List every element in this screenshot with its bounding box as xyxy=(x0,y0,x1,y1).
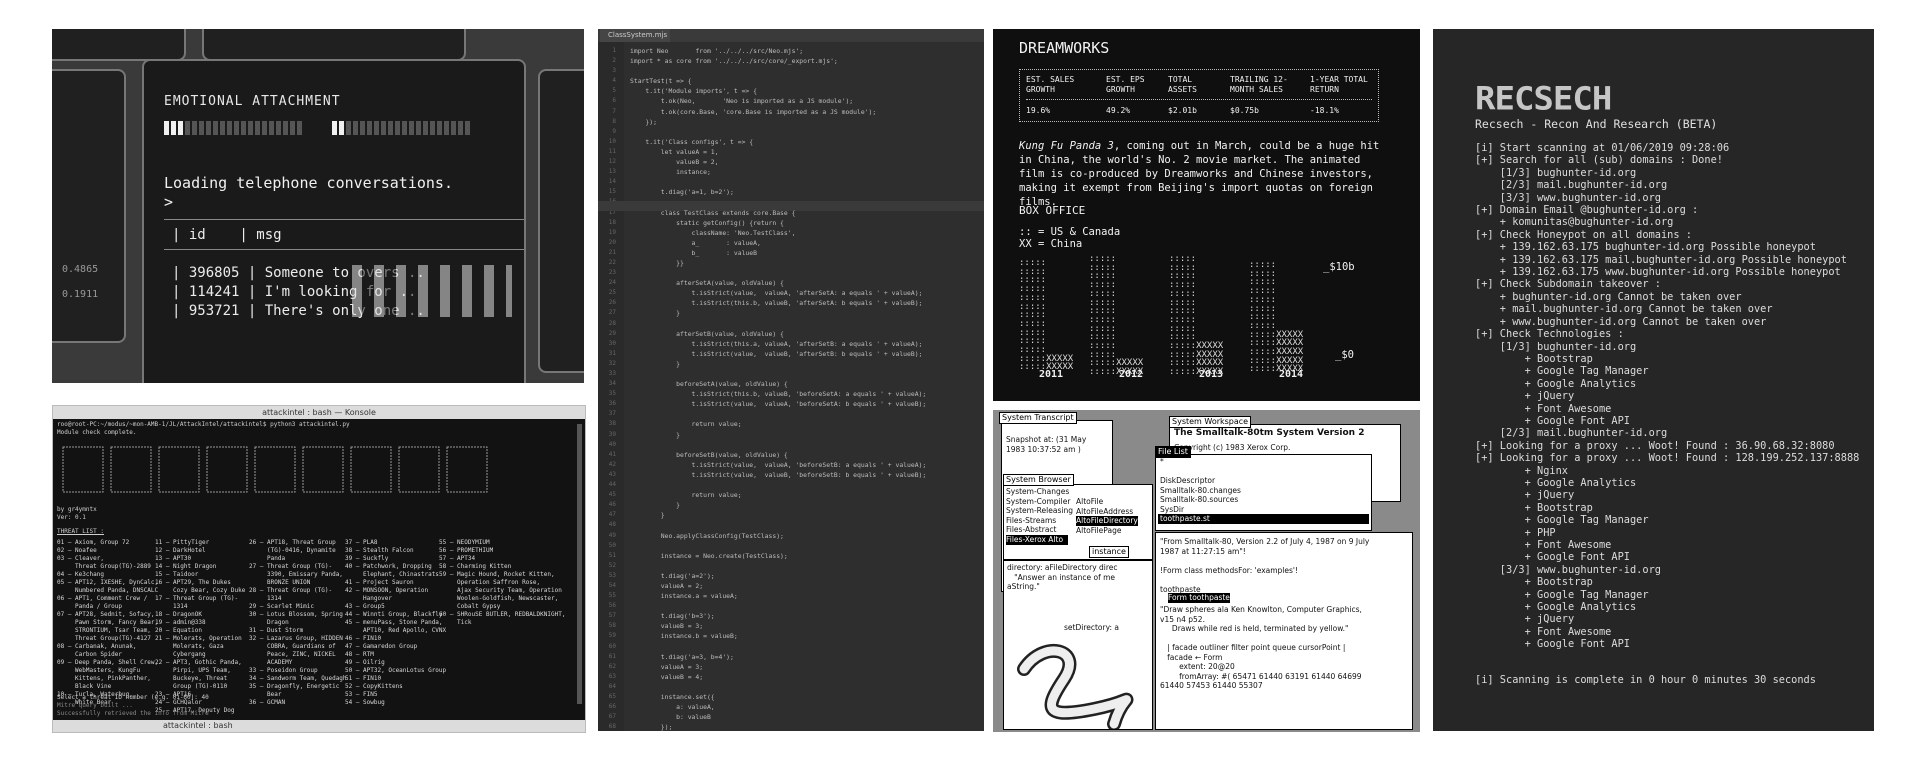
side-number: 0.4865 xyxy=(62,264,99,275)
recsech-logo: RECSECH xyxy=(1475,80,1612,118)
side-number: 0.1911 xyxy=(62,289,99,300)
window-title: attackintel : bash — Konsole xyxy=(53,406,585,419)
konsole-panel: attackintel : bash — Konsole roo@root-PC… xyxy=(52,405,586,733)
year-label: 2013 xyxy=(1199,369,1224,380)
workspace-title[interactable]: System Workspace xyxy=(1169,416,1252,428)
legend-china: XX = China xyxy=(1019,238,1083,250)
divider xyxy=(164,249,524,250)
tab-bar: attackintel : bash xyxy=(53,720,585,732)
table-header-cell: EST. SALES GROWTH xyxy=(1026,75,1075,94)
build-line: Mitre query built ... xyxy=(57,702,133,709)
browser-title[interactable]: System Browser xyxy=(1003,474,1074,486)
dreamworks-panel: DREAMWORKS EST. SALES GROWTH EST. EPS GR… xyxy=(993,29,1420,401)
axis-label-bottom: _$0 xyxy=(1335,349,1354,361)
browser-class-selected[interactable]: AltoFileDirectory xyxy=(1076,516,1138,526)
subtitle: Recsech - Recon And Research (BETA) xyxy=(1475,117,1718,131)
film-title: Kung Fu Panda 3 xyxy=(1019,140,1114,152)
progress-bar xyxy=(164,121,302,135)
code-pane[interactable]: "From Smalltalk-80, Version 2.2 of July … xyxy=(1155,532,1413,730)
bar-2013: ::::: ::::: ::::: ::::: ::::: ::::: ::::… xyxy=(1169,254,1224,378)
version-text: Ver: 0.1 xyxy=(57,514,86,521)
status-line: Module check complete. xyxy=(57,429,137,436)
year-label: 2012 xyxy=(1119,369,1144,380)
table-cell: 49.2% xyxy=(1106,106,1131,115)
terminal-closeup-panel: 0.4865 0.1911 EMOTIONAL ATTACHMENT Loadi… xyxy=(52,29,584,383)
smalltalk-panel: Snapshot at: (31 May 1983 10:37:52 am ) … xyxy=(993,410,1420,732)
numeric-columns xyxy=(352,265,512,317)
line-numbers: 1 2 3 4 5 6 7 8 9 10 11 12 13 14 15 16 1… xyxy=(608,47,616,731)
recsech-panel: RECSECH Recsech - Recon And Research (BE… xyxy=(1433,29,1874,731)
selected-code[interactable]: Form toothpaste xyxy=(1168,593,1230,603)
transcript-text: Snapshot at: (31 May 1983 10:37:52 am ) xyxy=(1006,435,1087,454)
panel-title: DREAMWORKS xyxy=(1019,39,1110,57)
ascii-logo xyxy=(62,446,488,493)
threat-list-title: THREAT LIST : xyxy=(57,528,104,535)
code-editor-panel: ClassSystem.mjs 1 2 3 4 5 6 7 8 9 10 11 … xyxy=(598,29,984,731)
bar-2014: ::::: ::::: ::::: ::::: ::::: ::::: ::::… xyxy=(1249,260,1304,375)
threat-column: 26 – APT18, Threat Group (TG)-0416, Dyna… xyxy=(249,539,347,706)
command-line: roo@root-PC:~/modus/~mon-AMB-1/JL/Attack… xyxy=(57,421,350,428)
file-list-title[interactable]: File List xyxy=(1155,446,1191,458)
emotional-heading: EMOTIONAL ATTACHMENT xyxy=(164,94,341,109)
table-cell: $2.01b xyxy=(1168,106,1197,115)
progress-bar xyxy=(332,121,470,135)
scan-log: [i] Start scanning at 01/06/2019 09:28:0… xyxy=(1475,142,1860,651)
transcript-title[interactable]: System Transcript xyxy=(999,412,1077,424)
threat-column: 55 – NEODYMIUM 56 – PROMETHIUM 57 – APT3… xyxy=(439,539,566,626)
table-divider xyxy=(1026,99,1372,100)
terminal-tab[interactable]: attackintel : bash xyxy=(163,721,233,730)
toothpaste-drawing xyxy=(1017,644,1134,729)
background-window xyxy=(52,69,126,343)
year-label: 2014 xyxy=(1279,369,1304,380)
prompt-line[interactable]: Select a threat ID number (e.g. 01-60): … xyxy=(57,694,209,701)
background-window xyxy=(202,29,466,61)
scan-complete: [i] Scanning is complete in 0 hour 0 min… xyxy=(1475,674,1816,686)
table-cell: -18.1% xyxy=(1310,106,1339,115)
code-text: "Draw spheres ala Ken Knowlton, Computer… xyxy=(1160,605,1362,690)
browser-categories[interactable]: System-Changes System-Compiler System-Re… xyxy=(1006,487,1073,535)
result-line: Successfully retrieved the info from Mit… xyxy=(57,710,209,717)
file-list-selected[interactable]: toothpaste.st xyxy=(1158,514,1369,524)
browser-class[interactable]: AltoFilePage xyxy=(1076,526,1121,536)
system-browser-window[interactable]: System-Changes System-Compiler System-Re… xyxy=(1003,484,1153,560)
table-cell: $0.75b xyxy=(1230,106,1259,115)
table-header-cell: TRAILING 12- MONTH SALES xyxy=(1230,75,1288,94)
prompt-symbol: > xyxy=(164,193,174,211)
bar-2011: ::::: ::::: ::::: ::::: ::::: ::::: ::::… xyxy=(1019,258,1074,373)
code-text: "From Smalltalk-80, Version 2.2 of July … xyxy=(1160,537,1370,594)
scrollbar[interactable] xyxy=(577,424,582,704)
browser-category-selected[interactable]: Files-Xerox Alto xyxy=(1006,535,1068,545)
loading-text: Loading telephone conversations. xyxy=(164,174,453,192)
background-window xyxy=(52,29,186,61)
divider xyxy=(164,219,524,220)
year-label: 2011 xyxy=(1039,369,1064,380)
threat-column: 01 – Axiom, Group 72 02 – Noafee 03 – Cl… xyxy=(57,539,159,706)
table-header-cell: TOTAL ASSETS xyxy=(1168,75,1197,94)
table-header: | id | msg xyxy=(172,227,282,243)
bar-2012: ::::: ::::: ::::: ::::: ::::: ::::: ::::… xyxy=(1089,254,1144,378)
axis-label-top: _$10b xyxy=(1323,261,1355,273)
workspace-heading: The Smalltalk-80tm System Version 2 xyxy=(1174,428,1365,438)
source-code[interactable]: import Neo from '../../../src/Neo.mjs'; … xyxy=(630,46,926,731)
threat-column: 37 – PLA8 38 – Stealth Falcon 39 – Suckf… xyxy=(345,539,447,706)
file-list-items[interactable]: * DiskDescriptor Smalltalk-80.changes Sm… xyxy=(1160,457,1241,514)
background-window xyxy=(538,69,584,373)
legend-us: :: = US & Canada xyxy=(1019,226,1121,238)
table-cell: 19.6% xyxy=(1026,106,1051,115)
table-header-cell: 1-YEAR TOTAL RETURN xyxy=(1310,75,1368,94)
stats-table: EST. SALES GROWTH EST. EPS GROWTH TOTAL … xyxy=(1019,69,1379,122)
table-header-cell: EST. EPS GROWTH xyxy=(1106,75,1145,94)
file-list-window[interactable]: * DiskDescriptor Smalltalk-80.changes Sm… xyxy=(1155,454,1372,531)
author-text: by gr4ymntx xyxy=(57,506,97,513)
file-tab-label: ClassSystem.mjs xyxy=(608,31,668,39)
instance-button[interactable]: instance xyxy=(1089,546,1129,558)
method-text: directory: aFileDirectory direc "Answer … xyxy=(1007,563,1118,591)
editor-tab-bar: ClassSystem.mjs xyxy=(598,29,984,42)
browser-classes[interactable]: AltoFile AltoFileAddress xyxy=(1076,497,1133,516)
method-pane[interactable]: directory: aFileDirectory direc "Answer … xyxy=(1003,560,1153,730)
threat-column: 11 – PittyTiger 12 – DarkHotel 13 – APT3… xyxy=(155,539,246,714)
article-paragraph: Kung Fu Panda 3, coming out in March, co… xyxy=(1019,139,1389,209)
box-office-heading: BOX OFFICE xyxy=(1019,204,1086,217)
